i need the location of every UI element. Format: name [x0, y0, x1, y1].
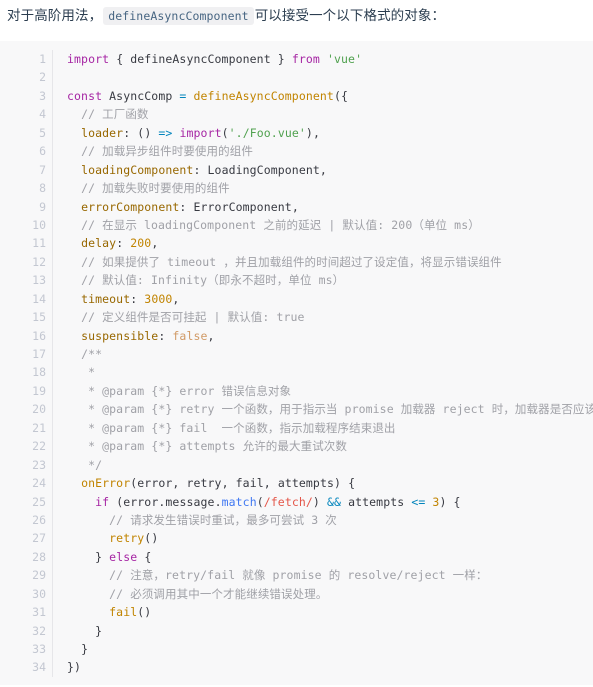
code-line: // 在显示 loadingComponent 之前的延迟 | 默认值: 200… [81, 217, 480, 232]
line-number: 30 [32, 586, 46, 601]
code-line: * [88, 365, 96, 380]
code-line: } [95, 623, 103, 638]
line-number: 14 [32, 291, 46, 306]
line-number: 31 [32, 605, 46, 620]
line-number: 4 [39, 107, 46, 122]
line-number-gutter: 1 2 3 4 5 6 7 8 9 10 11 12 13 14 15 16 1… [0, 50, 53, 677]
line-number: 10 [32, 217, 46, 232]
code-line: // 加载异步组件时要使用的组件 [81, 144, 253, 159]
code-line: delay: 200, [81, 236, 159, 251]
line-number: 11 [32, 236, 46, 251]
line-number: 15 [32, 310, 46, 325]
line-number: 24 [32, 476, 46, 491]
code-line: } [81, 642, 89, 656]
line-number: 29 [32, 568, 46, 583]
code-line: // 默认值: Infinity（即永不超时，单位 ms） [81, 273, 345, 288]
line-number: 7 [39, 162, 46, 177]
line-number: 3 [39, 88, 46, 103]
code-line: // 定义组件是否可挂起 | 默认值: true [81, 310, 305, 325]
code-line: fail() [109, 605, 152, 620]
code-line: // 注意，retry/fail 就像 promise 的 resolve/re… [109, 568, 488, 583]
code-line: * @param {*} attempts 允许的最大重试次数 [88, 439, 347, 454]
line-number: 26 [32, 512, 46, 527]
code-content[interactable]: import { defineAsyncComponent } from 'vu… [53, 50, 593, 677]
code-line: /** [81, 347, 103, 361]
code-line: // 加载失败时要使用的组件 [81, 181, 230, 196]
line-number: 20 [32, 402, 46, 417]
line-number: 13 [32, 273, 46, 288]
line-number: 23 [32, 457, 46, 472]
code-line: // 工厂函数 [81, 107, 149, 122]
line-number: 1 [39, 52, 46, 66]
code-line: * @param {*} fail 一个函数，指示加载程序结束退出 [88, 420, 396, 435]
line-number: 18 [32, 365, 46, 380]
code-line: * @param {*} error 错误信息对象 [88, 383, 292, 398]
code-line: // 如果提供了 timeout ，并且加载组件的时间超过了设定值，将显示错误组… [81, 254, 502, 269]
code-line: } else { [95, 549, 152, 564]
intro-text-before: 对于高阶用法， [7, 8, 103, 23]
intro-text-after: 可以接受一个以下格式的对象： [254, 8, 446, 23]
code-line: */ [88, 457, 103, 472]
line-number: 9 [39, 199, 46, 214]
line-number: 16 [32, 328, 46, 343]
line-number: 25 [32, 494, 46, 509]
line-number: 19 [32, 383, 46, 398]
line-number: 33 [32, 642, 46, 656]
line-number: 28 [32, 549, 46, 564]
code-line: const AsyncComp = defineAsyncComponent({ [67, 88, 349, 103]
line-number: 8 [39, 181, 46, 196]
code-line: loader: () => import('./Foo.vue'), [81, 125, 320, 140]
code-line: // 必须调用其中一个才能继续错误处理。 [109, 586, 328, 601]
line-number: 34 [32, 660, 46, 675]
code-line: import { defineAsyncComponent } from 'vu… [67, 52, 363, 66]
inline-code-defineasynccomponent: defineAsyncComponent [103, 7, 254, 25]
code-line: timeout: 3000, [81, 291, 180, 306]
line-number: 6 [39, 144, 46, 159]
code-line: loadingComponent: LoadingComponent, [81, 162, 327, 177]
intro-paragraph: 对于高阶用法， defineAsyncComponent 可以接受一个以下格式的对象… [0, 0, 593, 29]
code-line: * @param {*} retry 一个函数，用于指示当 promise 加载… [88, 402, 593, 417]
line-number: 12 [32, 254, 46, 269]
line-number: 5 [39, 125, 46, 140]
code-line: }) [67, 660, 82, 675]
code-block-inner: 1 2 3 4 5 6 7 8 9 10 11 12 13 14 15 16 1… [0, 41, 593, 677]
code-line: onError(error, retry, fail, attempts) { [81, 476, 356, 491]
line-number: 27 [32, 531, 46, 546]
code-line: suspensible: false, [81, 328, 215, 343]
line-number: 17 [32, 347, 46, 361]
code-line: // 请求发生错误时重试，最多可尝试 3 次 [109, 512, 337, 527]
line-number: 21 [32, 420, 46, 435]
code-line: if (error.message.match(/fetch/) && atte… [95, 494, 461, 509]
line-number: 32 [32, 623, 46, 638]
code-line: errorComponent: ErrorComponent, [81, 199, 299, 214]
code-line: retry() [109, 531, 159, 546]
code-block: 1 2 3 4 5 6 7 8 9 10 11 12 13 14 15 16 1… [0, 41, 593, 685]
line-number: 22 [32, 439, 46, 454]
line-number: 2 [39, 70, 46, 85]
